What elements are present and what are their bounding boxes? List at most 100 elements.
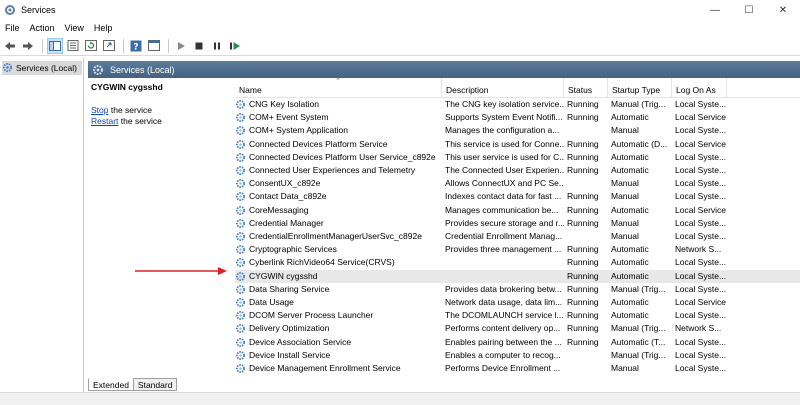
toolbar: ?: [0, 36, 800, 56]
table-row[interactable]: Device Association Service Enables pairin…: [235, 336, 800, 349]
column-header-startup-type[interactable]: Startup Type: [608, 78, 672, 98]
service-name-cell: Cryptographic Services: [235, 243, 442, 256]
stop-service-link[interactable]: Stop: [91, 105, 109, 115]
service-status-cell: [564, 177, 608, 190]
table-row[interactable]: Cyberlink RichVideo64 Service(CRVS) Runni…: [235, 256, 800, 269]
service-name-cell: CredentialEnrollmentManagerUserSvc_c892e: [235, 230, 442, 243]
service-log-on-as-cell: Local Syste...: [675, 283, 727, 294]
table-row[interactable]: Delivery Optimization Performs content de…: [235, 322, 800, 335]
service-status-cell: [564, 362, 608, 375]
menu-bar: File Action View Help: [0, 20, 800, 36]
maximize-button[interactable]: ☐: [732, 0, 766, 20]
column-header-description[interactable]: Description: [442, 78, 564, 98]
service-startup-type-cell: Manual (Trig...: [611, 99, 666, 109]
table-row[interactable]: CoreMessaging Manages communication be...…: [235, 204, 800, 217]
table-row[interactable]: DCOM Server Process Launcher The DCOMLAUN…: [235, 309, 800, 322]
selected-service-name: CYGWIN cygsshd: [91, 82, 163, 92]
service-startup-type-cell: Automatic: [611, 204, 649, 215]
service-gear-icon: [235, 112, 246, 123]
help-icon[interactable]: ?: [128, 38, 144, 54]
service-name-cell: COM+ System Application: [235, 124, 442, 137]
restart-link-suffix: the service: [118, 116, 162, 126]
service-name-cell: Data Usage: [235, 296, 442, 309]
service-status-cell: Running: [567, 99, 599, 109]
table-row[interactable]: Connected Devices Platform User Service_…: [235, 151, 800, 164]
table-row[interactable]: Credential Manager Provides secure storag…: [235, 217, 800, 230]
table-row[interactable]: ConsentUX_c892e Allows ConnectUX and PC S…: [235, 177, 800, 190]
export-list-icon[interactable]: [101, 38, 117, 54]
service-startup-type-cell: Manual (Trig...: [611, 323, 666, 334]
properties-sheet-icon[interactable]: [65, 38, 81, 54]
menu-file[interactable]: File: [0, 20, 25, 36]
minimize-button[interactable]: —: [698, 0, 732, 20]
service-gear-icon: [235, 350, 246, 361]
restart-service-icon[interactable]: [227, 38, 243, 54]
table-row[interactable]: COM+ Event System Supports System Event N…: [235, 111, 800, 124]
stop-service-icon[interactable]: [191, 38, 207, 54]
close-button[interactable]: ✕: [766, 0, 800, 20]
service-status-cell: Running: [567, 151, 599, 162]
table-row[interactable]: Connected Devices Platform Service This s…: [235, 138, 800, 151]
service-log-on-as-cell: Local Syste...: [675, 270, 727, 281]
table-row[interactable]: Contact Data_c892e Indexes contact data f…: [235, 190, 800, 203]
service-name-text: CoreMessaging: [249, 204, 309, 215]
back-arrow-icon[interactable]: [2, 38, 18, 54]
service-name-cell: CoreMessaging: [235, 204, 442, 217]
service-name-text: CNG Key Isolation: [249, 99, 319, 109]
service-description-cell: Provides data brokering betw...: [445, 283, 562, 294]
console-tree-icon[interactable]: [47, 37, 63, 54]
table-row[interactable]: CredentialEnrollmentManagerUserSvc_c892e…: [235, 230, 800, 243]
service-name-cell: Data Sharing Service: [235, 283, 442, 296]
table-row[interactable]: Data Usage Network data usage, data lim..…: [235, 296, 800, 309]
start-service-icon[interactable]: [173, 38, 189, 54]
table-row[interactable]: Connected User Experiences and Telemetry…: [235, 164, 800, 177]
table-row[interactable]: CNG Key Isolation The CNG key isolation s…: [235, 98, 800, 111]
window-title: Services: [21, 5, 56, 15]
service-name-cell: CYGWIN cygsshd: [235, 270, 442, 283]
view-tabs: Extended Standard: [88, 378, 178, 392]
menu-view[interactable]: View: [60, 20, 89, 36]
restart-service-link[interactable]: Restart: [91, 116, 118, 126]
tab-extended[interactable]: Extended: [88, 378, 134, 391]
service-name-cell: ConsentUX_c892e: [235, 177, 442, 190]
service-name-cell: Connected User Experiences and Telemetry: [235, 164, 442, 177]
table-row[interactable]: COM+ System Application Manages the confi…: [235, 124, 800, 137]
service-description-cell: Indexes contact data for fast ...: [445, 191, 562, 202]
service-log-on-as-cell: Local Syste...: [675, 336, 727, 347]
column-header-log-on-as[interactable]: Log On As: [672, 78, 727, 98]
pause-service-icon[interactable]: [209, 38, 225, 54]
service-log-on-as-cell: Local Syste...: [675, 99, 727, 109]
table-row[interactable]: Device Install Service Enables a computer…: [235, 349, 800, 362]
table-row[interactable]: Cryptographic Services Provides three man…: [235, 243, 800, 256]
menu-help[interactable]: Help: [89, 20, 118, 36]
service-name-cell: Connected Devices Platform User Service_…: [235, 151, 442, 164]
service-status-cell: Running: [567, 112, 599, 123]
service-description-cell: Manages communication be...: [445, 204, 559, 215]
service-gear-icon: [235, 257, 246, 268]
service-description-cell: Allows ConnectUX and PC Se...: [445, 178, 564, 189]
service-name-text: Credential Manager: [249, 217, 324, 228]
forward-arrow-icon[interactable]: [20, 38, 36, 54]
service-log-on-as-cell: Local Service: [675, 297, 727, 307]
column-header-name[interactable]: Name: [235, 78, 442, 98]
service-name-text: CYGWIN cygsshd: [249, 270, 318, 281]
service-startup-type-cell: Automatic: [611, 165, 649, 175]
list-header: ⌃ Name Description Status Startup Type L…: [235, 78, 800, 98]
tree-node-label: Services (Local): [16, 63, 77, 73]
menu-action[interactable]: Action: [25, 20, 60, 36]
service-gear-icon: [235, 337, 246, 348]
table-row[interactable]: Data Sharing Service Provides data broker…: [235, 283, 800, 296]
service-status-cell: Running: [567, 165, 599, 175]
service-status-cell: Running: [567, 323, 599, 334]
table-row[interactable]: Device Management Enrollment Service Perf…: [235, 362, 800, 375]
service-description-cell: Provides three management ...: [445, 244, 562, 255]
refresh-icon[interactable]: [83, 38, 99, 54]
table-row[interactable]: CYGWIN cygsshd Running Automatic Local Syst…: [235, 269, 800, 283]
service-gear-icon: [235, 271, 246, 282]
service-name-cell: Connected Devices Platform Service: [235, 138, 442, 151]
tree-node-services-local[interactable]: Services (Local): [2, 61, 82, 75]
service-startup-type-cell: Manual: [611, 191, 639, 202]
column-header-status[interactable]: Status: [564, 78, 608, 98]
mmc-window-icon[interactable]: [146, 38, 162, 54]
tab-standard[interactable]: Standard: [132, 378, 178, 391]
